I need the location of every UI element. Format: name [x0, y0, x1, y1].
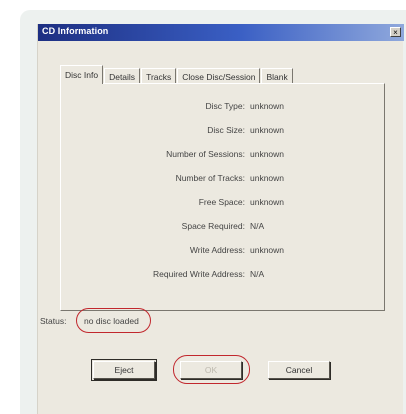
status-highlight-oval	[76, 308, 151, 333]
space-required-value: N/A	[250, 221, 265, 231]
num-sessions-label: Number of Sessions:	[166, 149, 245, 159]
tab-strip: Disc Info Details Tracks Close Disc/Sess…	[60, 64, 294, 84]
space-required-row: Space Required: N/A	[61, 220, 386, 232]
disc-type-label: Disc Type:	[205, 101, 245, 111]
num-tracks-row: Number of Tracks: unknown	[61, 172, 386, 184]
tab-tracks[interactable]: Tracks	[141, 68, 177, 84]
disc-size-row: Disc Size: unknown	[61, 124, 386, 136]
num-sessions-row: Number of Sessions: unknown	[61, 148, 386, 160]
tab-blank[interactable]: Blank	[261, 68, 293, 84]
ok-highlight-oval	[173, 355, 250, 384]
eject-button[interactable]: Eject	[91, 359, 157, 381]
num-tracks-label: Number of Tracks:	[175, 173, 245, 183]
tab-details[interactable]: Details	[104, 68, 141, 84]
disc-info-panel: Disc Type: unknown Disc Size: unknown Nu…	[60, 83, 385, 311]
tab-close-disc-session[interactable]: Close Disc/Session	[177, 68, 261, 84]
required-write-address-value: N/A	[250, 269, 265, 279]
status-label: Status:	[40, 316, 67, 326]
num-sessions-value: unknown	[250, 149, 285, 159]
free-space-row: Free Space: unknown	[61, 196, 386, 208]
tab-disc-info[interactable]: Disc Info	[60, 65, 104, 84]
disc-size-label: Disc Size:	[207, 125, 245, 135]
disc-size-value: unknown	[250, 125, 285, 135]
write-address-row: Write Address: unknown	[61, 244, 386, 256]
write-address-value: unknown	[250, 245, 285, 255]
free-space-label: Free Space:	[198, 197, 245, 207]
disc-type-row: Disc Type: unknown	[61, 100, 386, 112]
disc-type-value: unknown	[250, 101, 285, 111]
cancel-button[interactable]: Cancel	[268, 361, 330, 379]
space-required-label: Space Required:	[181, 221, 245, 231]
free-space-value: unknown	[250, 197, 285, 207]
required-write-address-row: Required Write Address: N/A	[61, 268, 386, 280]
window-title: CD Information	[42, 26, 109, 36]
required-write-address-label: Required Write Address:	[153, 269, 245, 279]
num-tracks-value: unknown	[250, 173, 285, 183]
close-icon[interactable]: ×	[390, 27, 401, 37]
title-bar[interactable]: CD Information ×	[38, 24, 404, 41]
write-address-label: Write Address:	[189, 245, 245, 255]
